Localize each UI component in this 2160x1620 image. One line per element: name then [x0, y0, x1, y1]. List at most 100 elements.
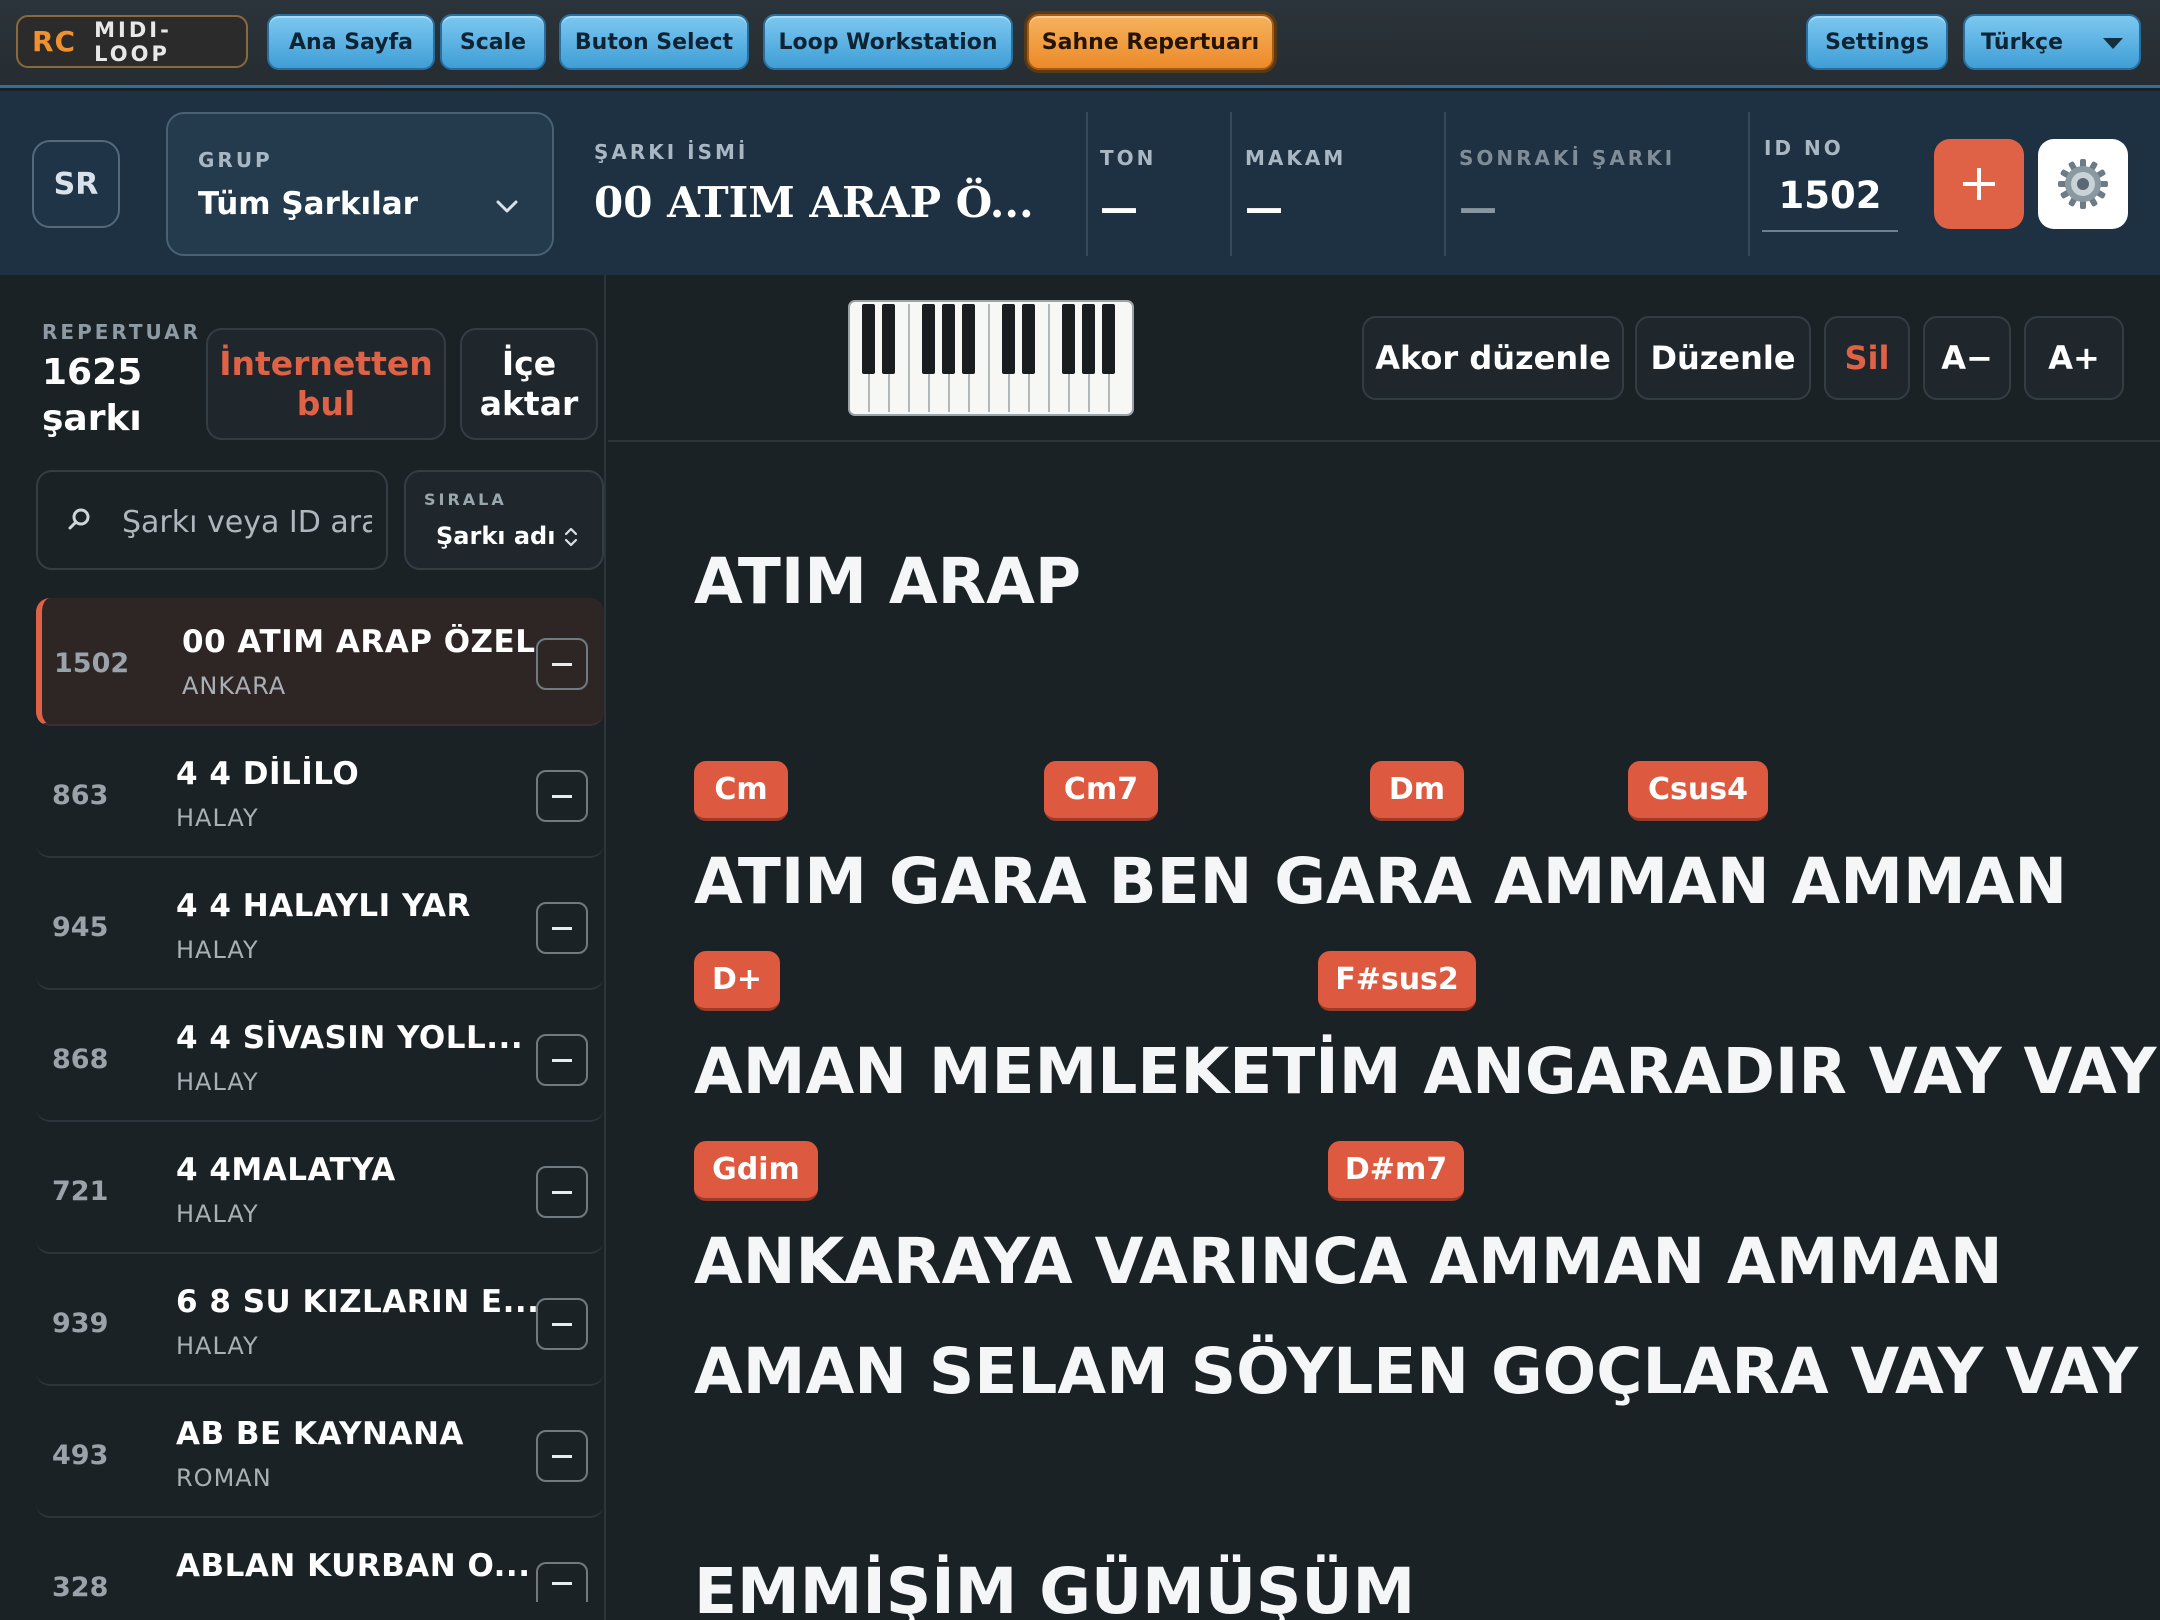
song-row[interactable]: 493 AB BE KAYNANA ROMAN	[36, 1390, 604, 1518]
chord-tag[interactable]: Dm	[1370, 761, 1464, 821]
song-id: 1502	[54, 648, 130, 679]
lyric-line: ATIM GARA BEN GARA AMMAN AMMAN	[694, 845, 2068, 918]
divider	[1748, 112, 1750, 256]
sort-label: SIRALA	[424, 490, 507, 509]
song-row[interactable]: 863 4 4 DİLİLO HALAY	[36, 730, 604, 858]
lyric-line: EMMİŞİM GÜMÜŞÜM	[694, 1555, 1416, 1620]
chord-tag[interactable]: Cm	[694, 761, 788, 821]
repertoire-count: 1625 şarkı	[42, 352, 143, 439]
repertoire-label: REPERTUAR	[42, 320, 202, 344]
language-select[interactable]: Türkçe	[1963, 14, 2141, 70]
next-song-label: SONRAKİ ŞARKI	[1459, 146, 1676, 170]
add-song-button[interactable]	[1934, 139, 2024, 229]
song-row[interactable]: 328 ABLAN KURBAN O...	[36, 1522, 604, 1620]
sort-updown-icon	[564, 527, 578, 547]
ton-field: TON —	[1100, 146, 1156, 230]
chord-tag[interactable]: Gdim	[694, 1141, 818, 1201]
search-icon	[68, 508, 90, 530]
nav-ana-sayfa[interactable]: Ana Sayfa	[267, 14, 435, 70]
group-select[interactable]: GRUP Tüm Şarkılar	[166, 112, 554, 256]
piano-keyboard-icon[interactable]	[848, 300, 1134, 416]
sort-value: Şarkı adı	[436, 522, 556, 550]
minus-icon	[552, 794, 572, 798]
chord-tag[interactable]: D+	[694, 951, 780, 1011]
plus-icon	[1963, 168, 1995, 200]
divider	[1086, 112, 1088, 256]
caret-down-icon	[2103, 38, 2123, 49]
remove-song-button[interactable]	[536, 1298, 588, 1350]
import-button[interactable]: İçe aktar	[460, 328, 598, 440]
minus-icon	[552, 1581, 572, 1585]
nav-loop-workstation[interactable]: Loop Workstation	[763, 14, 1013, 70]
nav-sahne-repertuari[interactable]: Sahne Repertuarı	[1027, 14, 1274, 70]
song-category: ANKARA	[182, 672, 287, 700]
search-input[interactable]	[122, 500, 372, 544]
remove-song-button[interactable]	[536, 638, 588, 690]
remove-song-button[interactable]	[536, 1562, 588, 1602]
language-value: Türkçe	[1981, 29, 2064, 55]
remove-song-button[interactable]	[536, 1034, 588, 1086]
search-box	[36, 470, 388, 570]
song-category: HALAY	[176, 1200, 259, 1228]
chord-tag[interactable]: Csus4	[1628, 761, 1768, 821]
lyric-line: ANKARAYA VARINCA AMMAN AMMAN	[694, 1225, 2003, 1298]
song-id: 939	[52, 1308, 109, 1339]
song-id: 863	[52, 780, 109, 811]
remove-song-button[interactable]	[536, 1166, 588, 1218]
minus-icon	[552, 1190, 572, 1194]
song-id: 328	[52, 1572, 109, 1603]
makam-label: MAKAM	[1245, 146, 1347, 170]
song-category: ROMAN	[176, 1464, 272, 1492]
lyrics-heading: ATIM ARAP	[694, 545, 1082, 618]
song-id: 868	[52, 1044, 109, 1075]
internet-search-button[interactable]: İnternetten bul	[206, 328, 446, 440]
song-id: 493	[52, 1440, 109, 1471]
group-value: Tüm Şarkılar	[198, 186, 418, 222]
ton-value: —	[1100, 186, 1138, 230]
next-song-field: SONRAKİ ŞARKI —	[1459, 146, 1675, 230]
song-title: 4 4 HALAYLI YAR	[176, 888, 471, 924]
nav-buton-select[interactable]: Buton Select	[559, 14, 749, 70]
song-name-label: ŞARKI İSMİ	[594, 140, 749, 164]
makam-field: MAKAM —	[1245, 146, 1346, 230]
song-title: ABLAN KURBAN O...	[176, 1548, 531, 1584]
brand-name: MIDI-LOOP	[94, 17, 172, 66]
avatar[interactable]: SR	[32, 140, 120, 228]
edit-button[interactable]: Düzenle	[1635, 316, 1811, 400]
song-id: 721	[52, 1176, 109, 1207]
settings-button[interactable]: Settings	[1806, 14, 1948, 70]
song-category: HALAY	[176, 936, 259, 964]
brand-rc: RC	[32, 25, 77, 58]
id-input[interactable]: 1502	[1762, 164, 1898, 232]
brand-logo: RC MIDI-LOOP	[16, 15, 248, 68]
song-row[interactable]: 939 6 8 SU KIZLARIN E... HALAY	[36, 1258, 604, 1386]
id-field: ID NO	[1764, 136, 1844, 160]
remove-song-button[interactable]	[536, 902, 588, 954]
remove-song-button[interactable]	[536, 1430, 588, 1482]
song-row[interactable]: 1502 00 ATIM ARAP ÖZEL ANKARA	[36, 598, 604, 726]
minus-icon	[552, 662, 572, 666]
song-row[interactable]: 868 4 4 SİVASIN YOLL... HALAY	[36, 994, 604, 1122]
chord-tag[interactable]: D#m7	[1328, 1141, 1464, 1201]
settings-gear-button[interactable]	[2038, 139, 2128, 229]
song-category: HALAY	[176, 1068, 259, 1096]
sort-select[interactable]: SIRALA Şarkı adı	[404, 470, 604, 570]
song-title: 00 ATIM ARAP ÖZEL	[182, 624, 536, 660]
font-decrease-button[interactable]: A−	[1923, 316, 2011, 400]
next-song-value: —	[1459, 186, 1497, 230]
chord-tag[interactable]: F#sus2	[1318, 951, 1476, 1011]
font-increase-button[interactable]: A+	[2024, 316, 2124, 400]
top-nav: RC MIDI-LOOP Ana Sayfa Scale Buton Selec…	[0, 0, 2160, 88]
song-row[interactable]: 721 4 4MALATYA HALAY	[36, 1126, 604, 1254]
toolbar-divider	[608, 440, 2160, 442]
minus-icon	[552, 926, 572, 930]
remove-song-button[interactable]	[536, 770, 588, 822]
chord-tag[interactable]: Cm7	[1044, 761, 1158, 821]
song-title: 6 8 SU KIZLARIN E...	[176, 1284, 540, 1320]
edit-chords-button[interactable]: Akor düzenle	[1362, 316, 1624, 400]
nav-scale[interactable]: Scale	[440, 14, 546, 70]
song-title: 4 4 SİVASIN YOLL...	[176, 1020, 524, 1056]
delete-button[interactable]: Sil	[1824, 316, 1910, 400]
makam-value: —	[1245, 186, 1283, 230]
song-row[interactable]: 945 4 4 HALAYLI YAR HALAY	[36, 862, 604, 990]
